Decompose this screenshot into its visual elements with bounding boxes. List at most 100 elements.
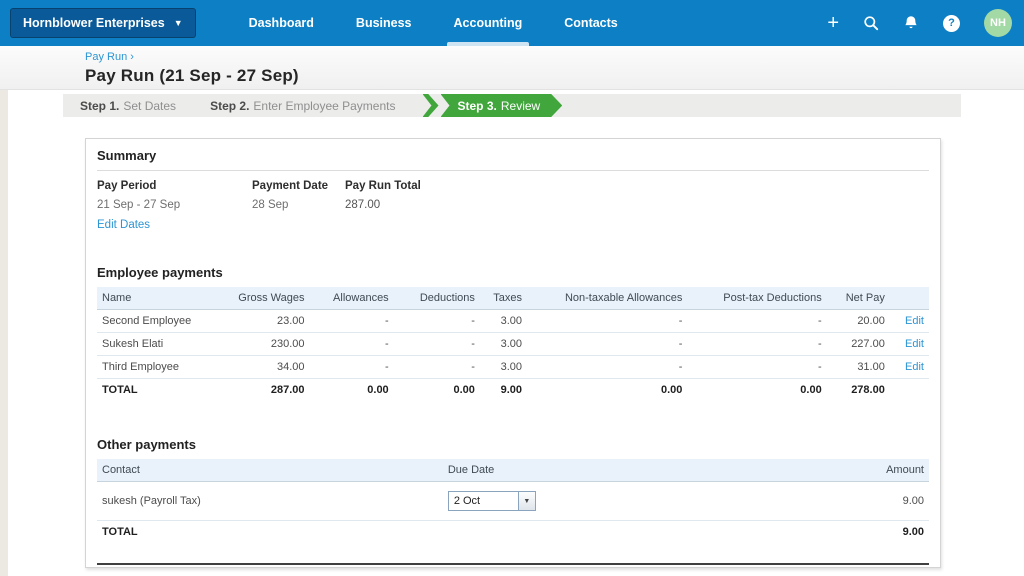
notifications-bell-icon[interactable] [903, 15, 919, 31]
other-total-amount: 9.00 [743, 520, 929, 543]
add-icon[interactable]: + [827, 13, 839, 33]
allowances-value: - [309, 309, 394, 333]
taxes-value: 3.00 [479, 332, 527, 356]
col-taxes: Taxes [479, 287, 527, 310]
payment-date-value: 28 Sep [252, 199, 289, 211]
amount-value: 9.00 [743, 481, 929, 521]
edit-employee-link[interactable]: Edit [905, 315, 924, 327]
employee-payments-table: Name Gross Wages Allowances Deductions T… [97, 287, 929, 401]
col-due-date: Due Date [442, 459, 744, 482]
employee-name: Third Employee [97, 355, 232, 379]
org-selector-button[interactable]: Hornblower Enterprises ▼ [10, 8, 196, 38]
total-post-tax-deductions: 0.00 [687, 378, 827, 401]
deductions-value: - [393, 309, 480, 333]
nav-item-contacts[interactable]: Contacts [543, 0, 638, 46]
step-1-label: Set Dates [123, 98, 177, 113]
nav-item-dashboard[interactable]: Dashboard [228, 0, 335, 46]
other-payment-row: sukesh (Payroll Tax) 2 Oct ▼ 9.00 [97, 481, 929, 521]
breadcrumb: Pay Run › [85, 51, 1024, 63]
breadcrumb-pay-run-link[interactable]: Pay Run [85, 51, 127, 63]
step-3-review-active[interactable]: Step 3. Review [422, 94, 563, 117]
search-icon[interactable] [863, 15, 879, 31]
allowances-value: - [309, 332, 394, 356]
step-2-enter-employee-payments[interactable]: Step 2. Enter Employee Payments [193, 99, 412, 113]
gross-wages-value: 34.00 [231, 355, 310, 379]
step-2-label: Enter Employee Payments [253, 98, 396, 113]
page-left-edge [0, 90, 8, 576]
top-navbar: Hornblower Enterprises ▼ Dashboard Busin… [0, 0, 1024, 46]
step-arrow-lead-icon [422, 94, 439, 117]
total-taxes: 9.00 [479, 378, 527, 401]
allowances-value: - [309, 355, 394, 379]
net-pay-value: 20.00 [826, 309, 890, 333]
pay-period-value: 21 Sep - 27 Sep [97, 199, 181, 211]
avatar[interactable]: NH [984, 9, 1012, 37]
edit-employee-link[interactable]: Edit [905, 361, 924, 373]
step-1-prefix: Step 1. [80, 98, 120, 113]
step-1-set-dates[interactable]: Step 1. Set Dates [63, 99, 193, 113]
other-payments-heading: Other payments [97, 437, 196, 452]
non-taxable-allowances-value: - [527, 309, 688, 333]
col-net-pay: Net Pay [826, 287, 890, 310]
org-name: Hornblower Enterprises [23, 16, 165, 30]
summary-heading: Summary [97, 148, 929, 171]
col-deductions: Deductions [393, 287, 480, 310]
nav-item-business[interactable]: Business [335, 0, 433, 46]
post-tax-deductions-value: - [687, 309, 827, 333]
total-gross-wages: 287.00 [231, 378, 310, 401]
col-actions [889, 287, 929, 310]
help-icon[interactable]: ? [943, 14, 960, 32]
dropdown-arrow-icon[interactable]: ▼ [517, 492, 535, 510]
nav-item-accounting[interactable]: Accounting [433, 0, 544, 46]
total-payable-row: TOTAL PAYABLE 287.00 [97, 563, 929, 576]
step-3-prefix: Step 3. [457, 98, 497, 113]
payment-date-field: Payment Date 28 Sep [252, 180, 345, 231]
main-nav: Dashboard Business Accounting Contacts [228, 0, 639, 46]
post-tax-deductions-value: - [687, 355, 827, 379]
gross-wages-value: 230.00 [231, 332, 310, 356]
breadcrumb-separator: › [130, 51, 134, 63]
col-post-tax-deductions: Post-tax Deductions [687, 287, 827, 310]
employee-row: Sukesh Elati 230.00 - - 3.00 - - 227.00 … [97, 332, 929, 356]
due-date-select[interactable]: 2 Oct ▼ [447, 491, 536, 511]
col-amount: Amount [743, 459, 929, 482]
pay-period-label: Pay Period [97, 180, 157, 192]
employee-total-row: TOTAL 287.00 0.00 0.00 9.00 0.00 0.00 27… [97, 378, 929, 401]
pay-run-total-label: Pay Run Total [345, 180, 421, 192]
other-total-label: TOTAL [97, 520, 443, 543]
total-deductions: 0.00 [393, 378, 480, 401]
col-gross-wages: Gross Wages [231, 287, 310, 310]
taxes-value: 3.00 [479, 309, 527, 333]
employee-row: Second Employee 23.00 - - 3.00 - - 20.00… [97, 309, 929, 333]
deductions-value: - [393, 332, 480, 356]
other-payments-table: Contact Due Date Amount sukesh (Payroll … [97, 459, 929, 543]
summary-fields: Pay Period 21 Sep - 27 Sep Edit Dates Pa… [97, 180, 929, 231]
total-non-taxable-allowances: 0.00 [527, 378, 688, 401]
step-2-prefix: Step 2. [210, 98, 250, 113]
page-header: Pay Run › Pay Run (21 Sep - 27 Sep) [0, 46, 1024, 90]
non-taxable-allowances-value: - [527, 332, 688, 356]
employee-payments-heading: Employee payments [97, 265, 223, 280]
edit-dates-link[interactable]: Edit Dates [97, 219, 150, 231]
gross-wages-value: 23.00 [231, 309, 310, 333]
net-pay-value: 227.00 [826, 332, 890, 356]
col-contact: Contact [97, 459, 443, 482]
contact-name: sukesh (Payroll Tax) [97, 481, 443, 521]
chevron-down-icon: ▼ [173, 17, 183, 28]
pay-run-review-card: Summary Pay Period 21 Sep - 27 Sep Edit … [85, 138, 941, 576]
employee-row: Third Employee 34.00 - - 3.00 - - 31.00 … [97, 355, 929, 379]
deductions-value: - [393, 355, 480, 379]
pay-run-total-field: Pay Run Total 287.00 [345, 180, 421, 231]
col-allowances: Allowances [309, 287, 394, 310]
net-pay-value: 31.00 [826, 355, 890, 379]
employee-name: Sukesh Elati [97, 332, 232, 356]
step-3-label: Review [500, 98, 541, 113]
total-net-pay: 278.00 [826, 378, 890, 401]
employee-name: Second Employee [97, 309, 232, 333]
page-title: Pay Run (21 Sep - 27 Sep) [85, 66, 299, 85]
pay-period-field: Pay Period 21 Sep - 27 Sep Edit Dates [97, 180, 252, 231]
payment-date-label: Payment Date [252, 180, 329, 192]
total-allowances: 0.00 [309, 378, 394, 401]
col-non-taxable-allowances: Non-taxable Allowances [527, 287, 688, 310]
edit-employee-link[interactable]: Edit [905, 338, 924, 350]
